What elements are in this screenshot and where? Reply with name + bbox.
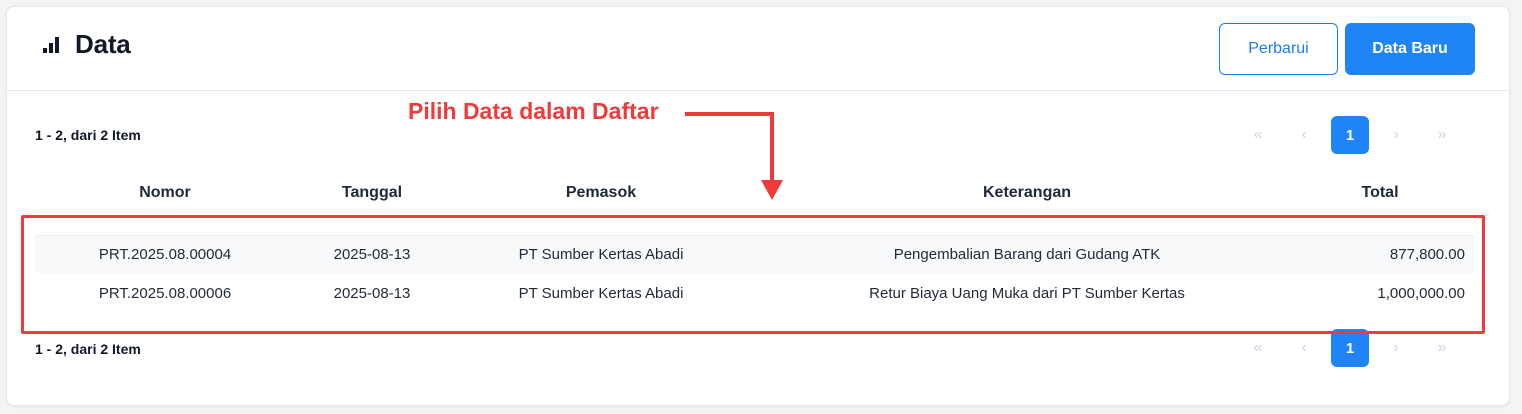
- cell-tanggal: 2025-08-13: [333, 246, 411, 263]
- refresh-button[interactable]: Perbarui: [1219, 23, 1338, 75]
- next-page-button[interactable]: ›: [1377, 329, 1415, 367]
- table-row[interactable]: PRT.2025.08.00006 2025-08-13 PT Sumber K…: [35, 275, 1475, 313]
- annotation-arrow-line: [770, 112, 774, 182]
- prev-page-button[interactable]: ‹: [1285, 329, 1323, 367]
- pagination-summary-top: 1 - 2, dari 2 Item: [35, 127, 141, 143]
- cell-total: 877,800.00: [1389, 246, 1465, 263]
- pagination-top: « ‹ 1 › »: [1239, 116, 1461, 154]
- column-header-tanggal[interactable]: Tanggal: [297, 184, 447, 202]
- last-page-button[interactable]: »: [1423, 116, 1461, 154]
- page-title: Data: [75, 29, 131, 59]
- last-page-button[interactable]: »: [1423, 329, 1461, 367]
- signal-bars-icon: [43, 36, 59, 53]
- column-header-total[interactable]: Total: [1325, 184, 1435, 202]
- table-row[interactable]: PRT.2025.08.00004 2025-08-13 PT Sumber K…: [35, 235, 1475, 273]
- page-1-button[interactable]: 1: [1331, 116, 1369, 154]
- arrow-down-icon: [761, 180, 783, 200]
- column-header-keterangan[interactable]: Keterangan: [807, 184, 1247, 202]
- pagination-bottom: « ‹ 1 › »: [1239, 329, 1461, 367]
- first-page-button[interactable]: «: [1239, 329, 1277, 367]
- title-wrap: Data: [43, 29, 131, 60]
- cell-pemasok: PT Sumber Kertas Abadi: [518, 285, 684, 302]
- table-header: Nomor Tanggal Pemasok Keterangan Total: [35, 184, 1475, 208]
- prev-page-button[interactable]: ‹: [1285, 116, 1323, 154]
- cell-nomor: PRT.2025.08.00004: [98, 246, 232, 263]
- annotation-arrow-line: [685, 112, 773, 116]
- annotation-label: Pilih Data dalam Daftar: [408, 98, 659, 124]
- cell-pemasok: PT Sumber Kertas Abadi: [518, 246, 684, 263]
- next-page-button[interactable]: ›: [1377, 116, 1415, 154]
- page-1-button[interactable]: 1: [1331, 329, 1369, 367]
- cell-tanggal: 2025-08-13: [333, 285, 411, 302]
- column-header-pemasok[interactable]: Pemasok: [491, 184, 711, 202]
- column-header-nomor[interactable]: Nomor: [75, 184, 255, 202]
- first-page-button[interactable]: «: [1239, 116, 1277, 154]
- card-header: Data Perbarui Data Baru: [7, 7, 1509, 91]
- cell-nomor: PRT.2025.08.00006: [98, 285, 232, 302]
- cell-keterangan: Pengembalian Barang dari Gudang ATK: [893, 246, 1161, 263]
- cell-total: 1,000,000.00: [1377, 285, 1465, 302]
- cell-keterangan: Retur Biaya Uang Muka dari PT Sumber Ker…: [869, 285, 1185, 302]
- pagination-summary-bottom: 1 - 2, dari 2 Item: [35, 341, 141, 357]
- new-data-button[interactable]: Data Baru: [1345, 23, 1475, 75]
